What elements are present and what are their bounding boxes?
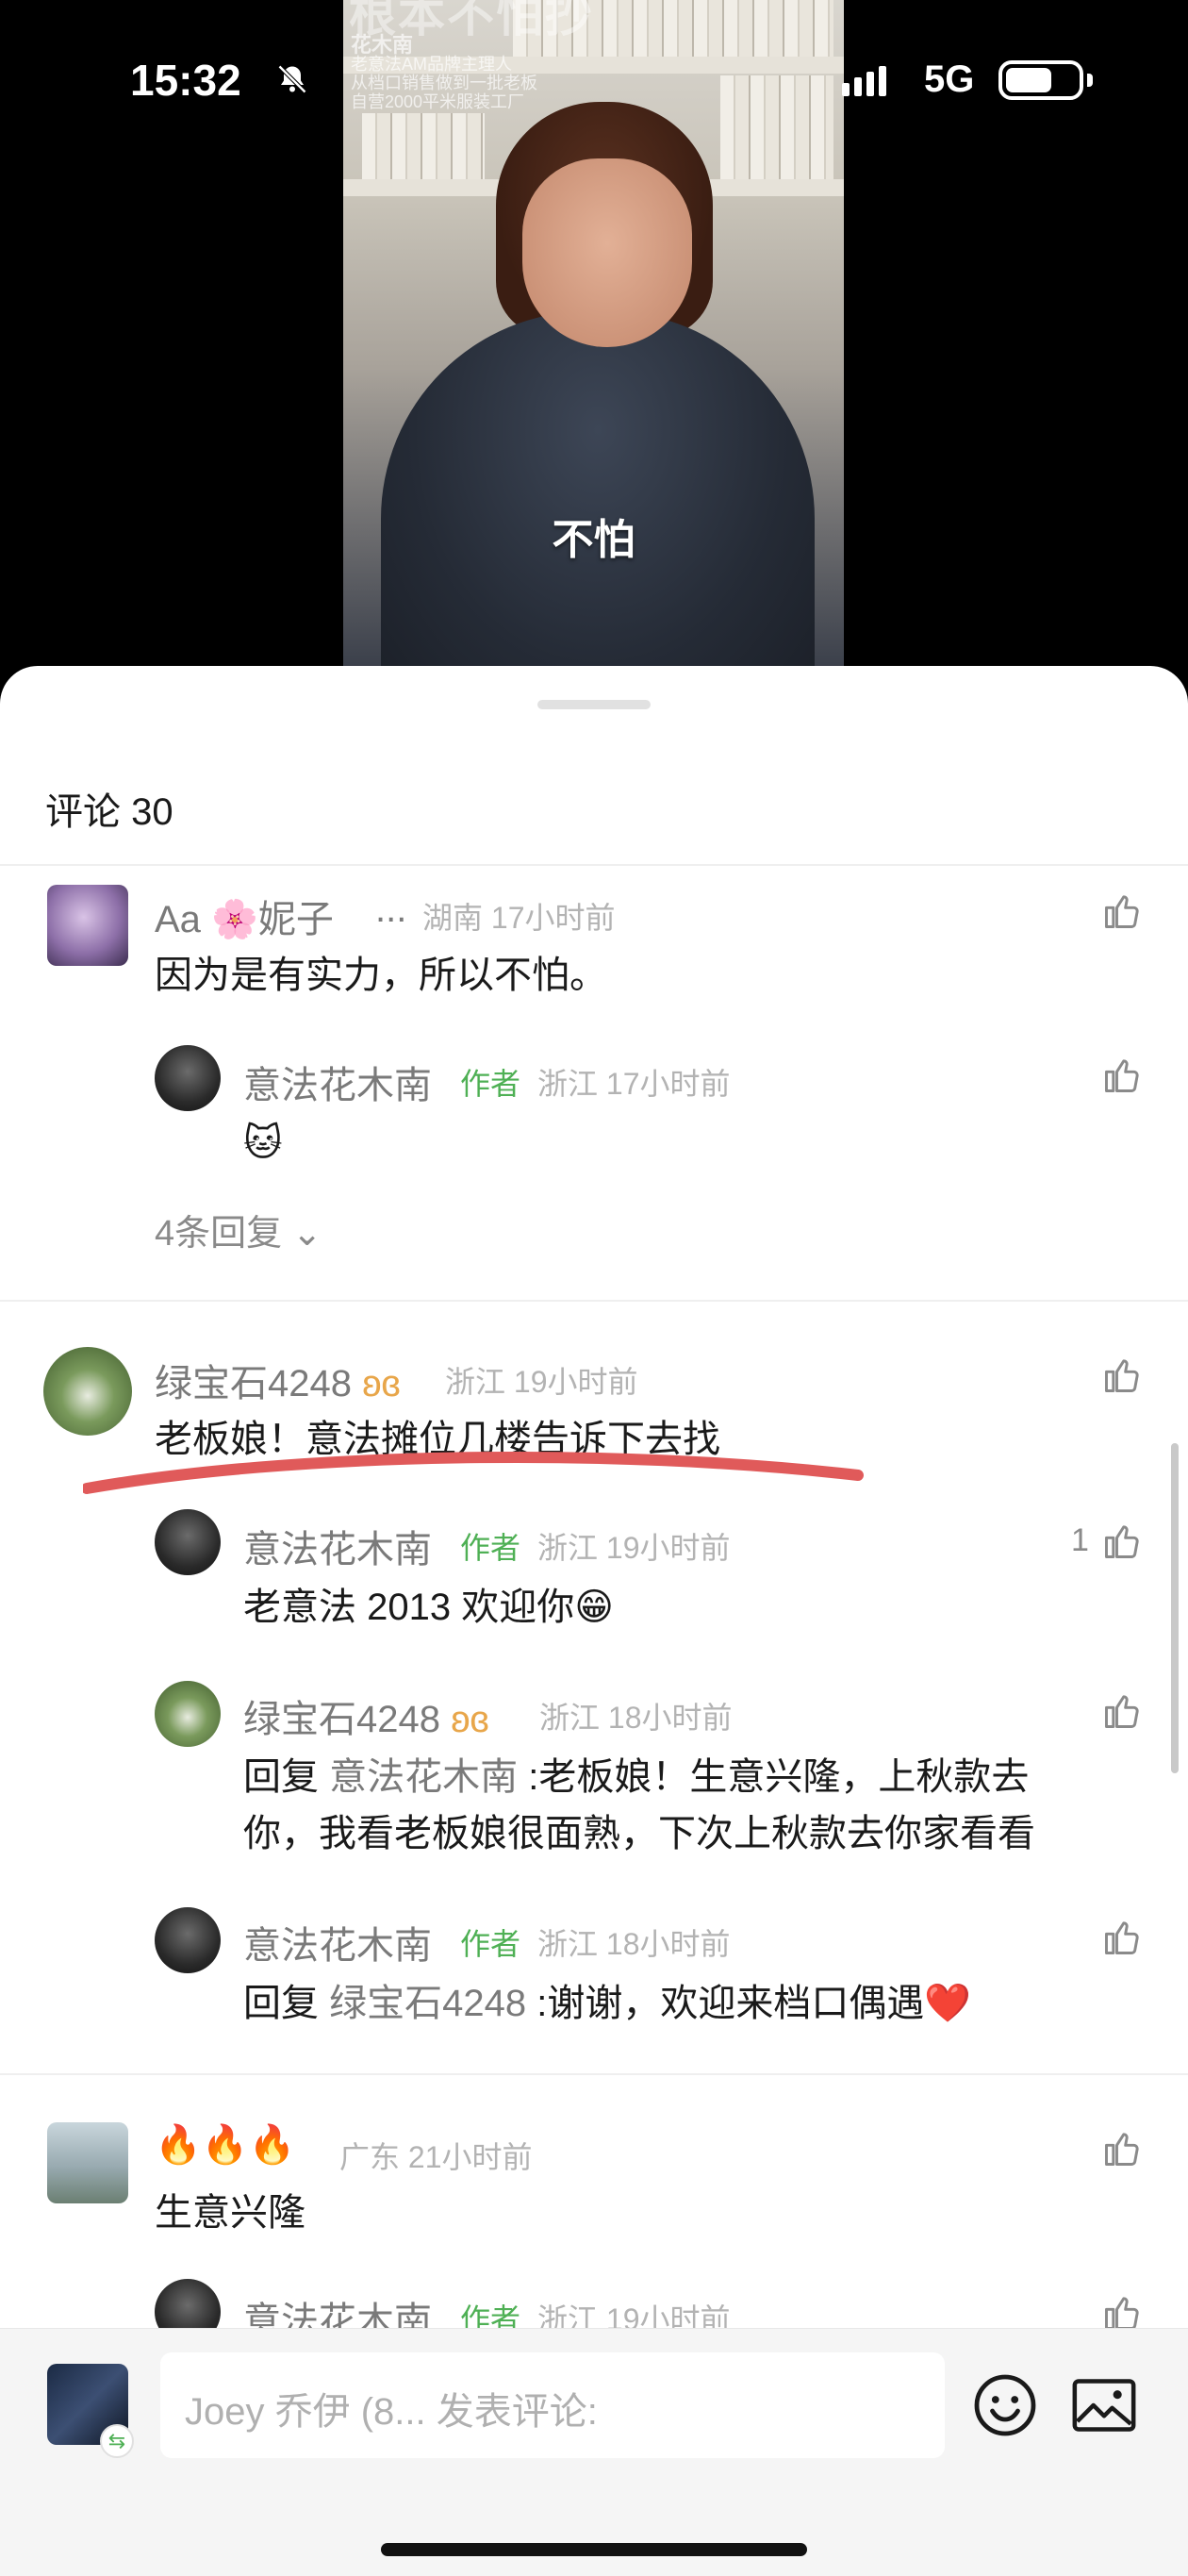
video-overlay-text: 花木南 老意法AM品牌主理人 从档口销售做到一批老板 自营2000平米服装工厂 (351, 33, 537, 112)
comment-meta: 浙江 19小时前 (445, 1365, 638, 1399)
reply-meta: 浙江 18小时前 (539, 1701, 733, 1735)
comment-username[interactable]: Aa 🌸妮子 (155, 889, 334, 943)
reply-meta: 浙江 18小时前 (537, 1927, 731, 1961)
reply-username[interactable]: 绿宝石4248 ʚɞ (243, 1688, 489, 1743)
annotation-underline (83, 1451, 864, 1494)
username-text: 绿宝石4248 (155, 1363, 352, 1404)
avatar[interactable] (155, 1681, 221, 1747)
avatar[interactable] (43, 1347, 132, 1436)
author-badge: 作者 (460, 1531, 521, 1565)
comments-title: 评论 30 (45, 791, 173, 833)
video-subtitle: 不怕 (552, 517, 635, 563)
header-divider (0, 864, 1188, 866)
reply-username[interactable]: 意法花木南 (243, 1055, 432, 1109)
overlay-name: 花木南 (351, 33, 414, 57)
badge-icon: ʚɞ (362, 1363, 401, 1404)
comment-username[interactable]: 🔥🔥🔥 (155, 2122, 295, 2167)
avatar[interactable] (155, 1045, 221, 1111)
badge-icon: ʚɞ (451, 1699, 489, 1740)
avatar[interactable] (47, 885, 128, 966)
like-count: 1 (1071, 1522, 1089, 1558)
comment-text: 生意兴隆 (155, 2192, 305, 2234)
chevron-down-icon: ⌄ (291, 1214, 322, 1254)
overlay-line: 从档口销售做到一批老板 (351, 74, 537, 92)
video-player[interactable]: 根本不怕抄 花木南 老意法AM品牌主理人 从档口销售做到一批老板 自营2000平… (343, 0, 844, 670)
avatar[interactable] (155, 1907, 221, 1973)
username-ellipsis: ... (375, 889, 407, 930)
reply-prefix: 回复 (243, 1983, 319, 2024)
image-icon[interactable] (1069, 2373, 1139, 2437)
reply-text-line2: 你，我看老板娘很面熟，下次上秋款去你家看看 (243, 1813, 1035, 1854)
comment-text: 因为是有实力，所以不怕。 (155, 955, 607, 996)
reply-to-name[interactable]: 意法花木南 (329, 1756, 518, 1798)
comment-meta: 湖南 17小时前 (422, 901, 616, 935)
comment-divider (0, 2073, 1188, 2075)
more-replies-link[interactable]: 4条回复 ⌄ (155, 1204, 322, 1255)
comment-divider (0, 1300, 1188, 1302)
comment-meta: 广东 21小时前 (339, 2140, 533, 2174)
status-time: 15:32 (130, 56, 241, 105)
thumbs-up-icon[interactable] (1101, 2128, 1143, 2169)
smiley-icon[interactable] (971, 2371, 1039, 2439)
thumbs-up-icon[interactable] (1101, 1521, 1143, 1562)
network-type: 5G (924, 58, 975, 100)
author-badge: 作者 (460, 1067, 521, 1101)
scrollbar[interactable] (1171, 1443, 1179, 1773)
reply-username[interactable]: 意法花木南 (243, 1519, 432, 1573)
home-indicator[interactable] (381, 2543, 807, 2556)
more-replies-label: 4条回复 (155, 1214, 283, 1254)
author-badge: 作者 (460, 1927, 521, 1961)
bell-slash-icon (275, 62, 309, 96)
reply-body: :谢谢，欢迎来档口偶遇❤️ (536, 1983, 972, 2024)
reply-body: :老板娘！生意兴隆，上秋款去 (528, 1756, 1030, 1798)
thumbs-up-icon[interactable] (1101, 1055, 1143, 1096)
books (362, 113, 485, 179)
reply-meta: 浙江 17小时前 (537, 1067, 731, 1101)
comment-username[interactable]: 绿宝石4248 ʚɞ (155, 1353, 401, 1407)
switch-account-icon[interactable]: ⇆ (100, 2424, 134, 2458)
reply-text: 回复 绿宝石4248 :谢谢，欢迎来档口偶遇❤️ (243, 1977, 971, 2030)
battery-icon (998, 60, 1093, 100)
username-text: 绿宝石4248 (243, 1699, 440, 1740)
input-placeholder: Joey 乔伊 (8... 发表评论: (185, 2391, 598, 2433)
reply-text: 老意法 2013 欢迎你😁 (243, 1587, 614, 1628)
overlay-line: 自营2000平米服装工厂 (351, 92, 525, 111)
thumbs-up-icon[interactable] (1101, 1917, 1143, 1958)
overlay-line: 老意法AM品牌主理人 (351, 55, 512, 74)
reply-text: 回复 意法花木南 :老板娘！生意兴隆，上秋款去 (243, 1751, 1029, 1803)
thumbs-up-icon[interactable] (1101, 1354, 1143, 1396)
reply-to-name[interactable]: 绿宝石4248 (329, 1983, 526, 2024)
drag-handle[interactable] (537, 700, 651, 709)
reply-prefix: 回复 (243, 1756, 319, 1798)
signal-icon (842, 66, 891, 96)
person-body (381, 311, 815, 670)
reply-meta: 浙江 19小时前 (537, 1531, 731, 1565)
books (720, 75, 833, 179)
reply-username[interactable]: 意法花木南 (243, 1915, 432, 1969)
avatar[interactable] (47, 2122, 128, 2203)
reply-text: 🐱 (243, 1122, 283, 1164)
thumbs-up-icon[interactable] (1101, 1690, 1143, 1732)
person-face (522, 158, 692, 347)
avatar[interactable] (155, 1509, 221, 1575)
thumbs-up-icon[interactable] (1101, 890, 1143, 932)
